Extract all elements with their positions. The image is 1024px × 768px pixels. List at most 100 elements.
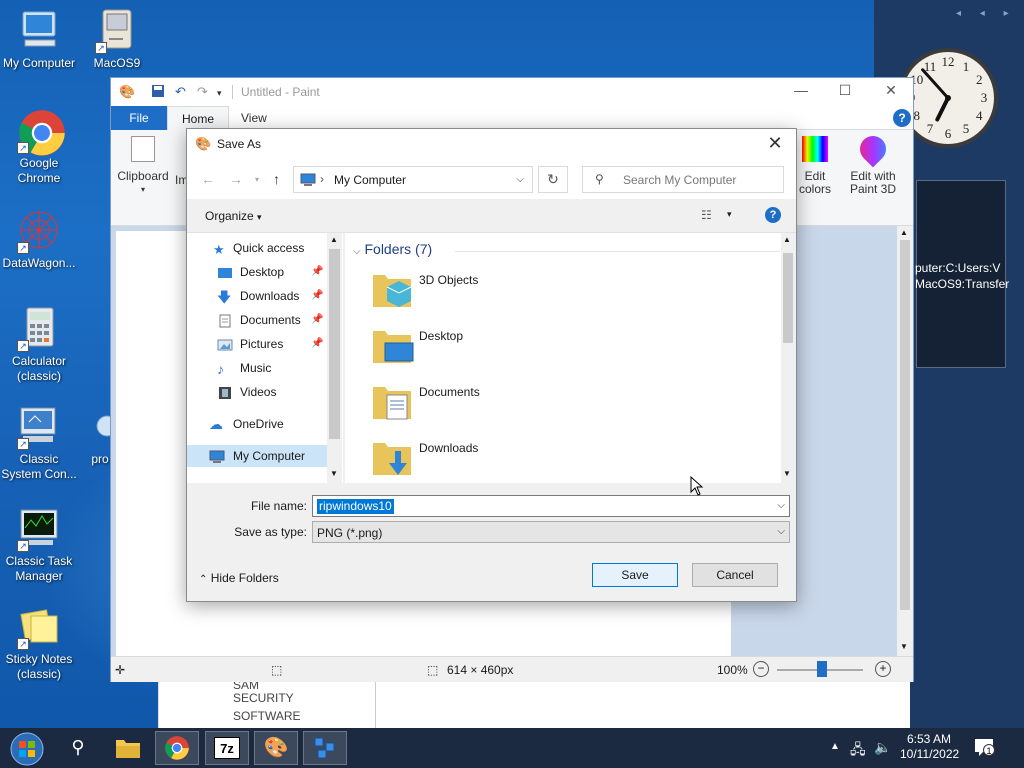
folder-item[interactable]: Desktop	[371, 323, 771, 371]
minimize-button[interactable]: —	[781, 82, 821, 102]
help-icon[interactable]: ?	[765, 207, 781, 223]
zoom-slider-thumb[interactable]	[817, 661, 827, 677]
desktop-icon-datawagon[interactable]: ↗ DataWagon...	[0, 208, 78, 271]
scroll-down-icon[interactable]: ▼	[900, 642, 908, 651]
view-options-icon[interactable]: ☷	[701, 208, 712, 222]
back-arrow-icon[interactable]: ←	[201, 171, 215, 187]
command-bar: Organize ▾ ☷ ▾ ?	[187, 199, 796, 233]
edit-colors-button[interactable]: Edit colors	[795, 136, 835, 196]
scroll-up-icon[interactable]: ▲	[900, 228, 908, 237]
registry-editor-taskbar-icon[interactable]	[303, 731, 347, 765]
refresh-button[interactable]: ↻	[538, 166, 568, 193]
7zip-taskbar-icon[interactable]: 7z	[205, 731, 249, 765]
canvas-size-icon: ⬚	[427, 663, 439, 677]
chevron-down-icon[interactable]: ▾	[727, 209, 732, 220]
nav-item-quick-access[interactable]: ★ Quick access	[187, 237, 327, 259]
save-icon[interactable]	[151, 84, 165, 101]
forward-arrow-icon[interactable]: →	[229, 171, 243, 187]
start-button[interactable]	[4, 731, 50, 766]
nav-item-music[interactable]: ♪ Music	[187, 357, 327, 379]
nav-item-videos[interactable]: Videos	[187, 381, 327, 403]
organize-button[interactable]: Organize ▾	[205, 209, 262, 223]
nav-pane-scrollbar[interactable]: ▲ ▼	[327, 233, 342, 483]
nav-item-downloads[interactable]: 🡇 Downloads 📌	[187, 285, 327, 307]
vertical-scrollbar[interactable]: ▲ ▼	[897, 226, 913, 656]
search-placeholder: Search My Computer	[623, 173, 737, 187]
tab-file[interactable]: File	[111, 106, 167, 130]
folders-group-header[interactable]: ⌵ Folders (7)	[353, 241, 432, 257]
desktop-icon-calculator[interactable]: ↗ Calculator (classic)	[0, 306, 78, 384]
customize-toolbar-icon[interactable]: ▾	[217, 88, 222, 99]
edit-with-paint3d-button[interactable]: Edit with Paint 3D	[845, 130, 901, 196]
gadget-panel: puter:C:Users:V MacOS9:Transfer	[915, 180, 1009, 368]
chevron-down-icon: ▾	[140, 185, 145, 194]
scroll-down-icon[interactable]: ▼	[783, 469, 791, 478]
help-icon[interactable]: ?	[893, 109, 911, 127]
paint-taskbar-icon[interactable]: 🎨	[254, 731, 298, 765]
up-arrow-icon[interactable]: ↑	[273, 171, 280, 187]
chevron-up-icon: ⌃	[199, 574, 208, 585]
folder-item[interactable]: Downloads	[371, 435, 771, 483]
desktop-icon-macos9[interactable]: ↗ MacOS9	[78, 8, 156, 71]
show-hidden-icons-button[interactable]: ▲	[830, 741, 840, 752]
tab-home[interactable]: Home	[167, 106, 230, 130]
navigation-bar: ← → ▾ ↑ › My Computer ⌵ ↻ ⚲ Search My Co…	[187, 159, 796, 199]
hide-folders-button[interactable]: ⌃ Hide Folders	[199, 571, 279, 585]
volume-icon[interactable]: 🔈	[874, 739, 891, 756]
paint-app-icon[interactable]: 🎨	[119, 84, 135, 100]
clock-button[interactable]: 6:53 AM 10/11/2022	[900, 732, 959, 762]
scrollbar-thumb[interactable]	[783, 253, 793, 343]
desktop-icon-google-chrome[interactable]: ↗ Google Chrome	[0, 108, 78, 186]
clipboard-button[interactable]: Clipboard ▾	[117, 136, 169, 196]
folder-item[interactable]: 3D Objects	[371, 267, 771, 315]
nav-item-pictures[interactable]: Pictures 📌	[187, 333, 327, 355]
pane-divider[interactable]	[375, 682, 376, 728]
search-box[interactable]: ⚲ Search My Computer	[582, 166, 784, 193]
search-icon[interactable]: ⚲	[56, 731, 100, 765]
file-list-scrollbar[interactable]: ▲ ▼	[781, 233, 795, 483]
desktop-icon-classic-task-manager[interactable]: ↗ Classic Task Manager	[0, 506, 78, 584]
gadget-nav-arrows[interactable]: ◂ ◂ ▸	[956, 8, 1017, 19]
desktop-icon-sticky-notes[interactable]: ↗ Sticky Notes (classic)	[0, 604, 78, 682]
registry-key[interactable]: SOFTWARE	[233, 709, 301, 723]
file-name-input[interactable]: ripwindows10 ⌵	[312, 495, 790, 517]
redo-icon[interactable]: ↷	[197, 84, 208, 100]
cancel-button[interactable]: Cancel	[692, 563, 778, 587]
save-as-type-select[interactable]: PNG (*.png) ⌵	[312, 521, 790, 543]
notifications-button[interactable]: 1	[974, 738, 995, 759]
chevron-down-icon[interactable]: ⌵	[777, 500, 785, 511]
scroll-up-icon[interactable]: ▲	[330, 235, 338, 244]
paint-titlebar[interactable]: 🎨 ↶ ↷ ▾ Untitled - Paint — ☐ ✕	[111, 78, 913, 106]
downloads-folder-icon: 🡇	[217, 289, 232, 305]
nav-item-my-computer[interactable]: My Computer	[187, 445, 327, 467]
zoom-out-button[interactable]: −	[753, 661, 769, 677]
maximize-button[interactable]: ☐	[825, 82, 865, 102]
folder-item[interactable]: Documents	[371, 379, 771, 427]
nav-item-documents[interactable]: Documents 📌	[187, 309, 327, 331]
undo-icon[interactable]: ↶	[175, 84, 186, 100]
scrollbar-thumb[interactable]	[329, 249, 340, 439]
zoom-in-button[interactable]: +	[875, 661, 891, 677]
desktop-icon-classic-system-control[interactable]: ↗ Classic System Con...	[0, 404, 78, 482]
address-bar[interactable]: › My Computer ⌵	[293, 166, 533, 193]
calculator-icon: ↗	[17, 306, 61, 352]
nav-item-desktop[interactable]: Desktop 📌	[187, 261, 327, 283]
network-icon[interactable]: 🖧	[850, 739, 866, 763]
file-explorer-icon[interactable]	[106, 731, 150, 765]
chevron-down-icon[interactable]: ⌵	[516, 174, 524, 185]
dialog-titlebar[interactable]: 🎨 Save As ✕	[187, 129, 796, 159]
chrome-taskbar-icon[interactable]	[155, 731, 199, 765]
file-name-value: ripwindows10	[317, 499, 394, 514]
close-button[interactable]: ✕	[871, 82, 911, 102]
dialog-close-button[interactable]: ✕	[762, 133, 788, 154]
scroll-up-icon[interactable]: ▲	[783, 235, 791, 244]
desktop-icon-my-computer[interactable]: My Computer	[0, 8, 78, 71]
tab-view[interactable]: View	[227, 106, 281, 130]
recent-locations-icon[interactable]: ▾	[255, 175, 259, 184]
save-button[interactable]: Save	[592, 563, 678, 587]
clock-gadget[interactable]: 123456789101112	[898, 38, 1008, 156]
registry-key[interactable]: SECURITY	[233, 691, 294, 705]
nav-item-onedrive[interactable]: ☁ OneDrive	[187, 413, 327, 435]
scroll-down-icon[interactable]: ▼	[330, 469, 338, 478]
scrollbar-thumb[interactable]	[900, 240, 910, 610]
